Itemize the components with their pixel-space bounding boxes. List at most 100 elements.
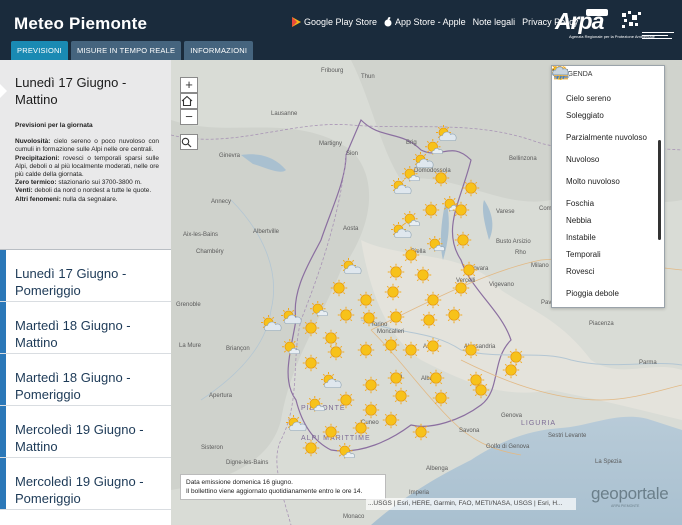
zoom-in-button[interactable]: + bbox=[180, 77, 198, 93]
tab-misure[interactable]: MISURE IN TEMPO REALE bbox=[70, 41, 182, 60]
forecast-heading: Previsioni per la giornata bbox=[15, 122, 93, 129]
place-label: Bellinzona bbox=[509, 156, 537, 162]
day-item[interactable]: Lunedì 17 Giugno - Pomeriggio bbox=[0, 250, 171, 302]
arpa-logo[interactable]: Arpa Agenzia Regionale per la Protezione… bbox=[555, 8, 655, 42]
precip-label: Precipitazioni: bbox=[15, 154, 60, 162]
legend-label: Rovesci bbox=[566, 267, 595, 276]
place-label: Monaco bbox=[343, 514, 365, 520]
legend-label: Nuvoloso bbox=[566, 155, 600, 164]
main-tabs: PREVISIONI MISURE IN TEMPO REALE INFORMA… bbox=[11, 41, 254, 60]
place-label: Vigevano bbox=[489, 282, 515, 288]
legend-scrollbar[interactable] bbox=[658, 140, 661, 240]
day-title: Martedì 18 Giugno - Mattino bbox=[15, 318, 131, 350]
app-store-link[interactable]: App Store - Apple bbox=[384, 17, 466, 27]
regione-piemonte-logo-icon bbox=[622, 11, 674, 39]
place-label: Annecy bbox=[211, 199, 231, 205]
place-label: Aix-les-Bains bbox=[183, 232, 218, 238]
forecast-map[interactable]: SVIZZERAFribourgThunLausanneSionMartigny… bbox=[171, 60, 682, 525]
legal-notes-link[interactable]: Note legali bbox=[473, 17, 516, 27]
day-stripe bbox=[0, 406, 6, 457]
place-label: Sisteron bbox=[201, 445, 223, 451]
geoportale-logo[interactable]: geoportale bbox=[591, 484, 669, 504]
legend-item: Molto nuvoloso bbox=[552, 67, 664, 195]
geoportale-subtitle: ARPA PIEMONTE bbox=[611, 504, 640, 508]
legend-label: Nebbia bbox=[566, 216, 592, 225]
map-attribution[interactable]: ...USGS | Esri, HERE, Garmin, FAO, METI/… bbox=[366, 498, 576, 510]
legend-item: Pioggia bbox=[552, 66, 569, 80]
day-item[interactable]: Martedì 18 Giugno - Pomeriggio bbox=[0, 354, 171, 406]
place-label: Albenga bbox=[426, 466, 449, 472]
place-label: Milano bbox=[531, 263, 549, 269]
app-header: Meteo Piemonte Google Play Store App Sto… bbox=[0, 0, 682, 60]
legend-panel[interactable]: LEGENDA Cielo sereno Soleggiato Parzialmen… bbox=[551, 65, 665, 308]
forecast-text: Previsioni per la giornata Nuvolosità: c… bbox=[0, 108, 171, 204]
geoportale-text: geoportale bbox=[591, 484, 669, 503]
place-label: Piacenza bbox=[589, 321, 614, 327]
active-arrow-icon bbox=[0, 84, 7, 98]
apple-icon bbox=[384, 17, 392, 27]
day-stripe bbox=[0, 354, 6, 405]
legend-list: Cielo sereno Soleggiato Parzialmente nuvol… bbox=[552, 66, 664, 307]
place-label: Sestri Levante bbox=[548, 433, 587, 439]
issue-date: Data emissione domenica 16 giugno. bbox=[186, 479, 293, 486]
legend-label: Instabile bbox=[566, 233, 596, 242]
search-icon bbox=[181, 137, 192, 148]
place-label: Parma bbox=[639, 360, 657, 366]
day-item[interactable]: Martedì 18 Giugno - Mattino bbox=[0, 302, 171, 354]
zoom-out-button[interactable]: − bbox=[180, 109, 198, 125]
tab-informazioni[interactable]: INFORMAZIONI bbox=[184, 41, 254, 60]
place-label: Genova bbox=[501, 413, 523, 419]
place-label: Sion bbox=[346, 151, 358, 157]
update-info: Il bollettino viene aggiornato quotidian… bbox=[186, 488, 363, 495]
other-text: nulla da segnalare. bbox=[60, 195, 118, 203]
tab-previsioni[interactable]: PREVISIONI bbox=[11, 41, 68, 60]
day-stripe bbox=[0, 302, 6, 353]
place-label: Moncalieri bbox=[377, 329, 404, 335]
search-button[interactable] bbox=[180, 134, 198, 150]
place-label: LIGURIA bbox=[521, 420, 556, 427]
legend-item: Rovesci bbox=[552, 66, 664, 280]
freezing-text: stazionario sui 3700-3800 m. bbox=[56, 179, 142, 187]
legend-item: Nuvoloso bbox=[552, 67, 664, 168]
place-label: La Mure bbox=[179, 343, 202, 349]
legend-item: Pioggia debole bbox=[552, 66, 664, 307]
day-title: Mercoledì 19 Giugno - Pomeriggio bbox=[15, 474, 144, 506]
place-label: Martigny bbox=[319, 141, 342, 147]
place-label: Aosta bbox=[343, 226, 359, 232]
cloud-label: Nuvolosità: bbox=[15, 138, 51, 146]
legend-item: Cielo sereno bbox=[553, 66, 664, 107]
day-title: Lunedì 17 Giugno - Pomeriggio bbox=[15, 266, 127, 298]
day-title: Lunedì 17 Giugno - Mattino bbox=[15, 75, 127, 107]
google-play-link[interactable]: Google Play Store bbox=[292, 17, 377, 27]
legend-label: Molto nuvoloso bbox=[566, 177, 620, 186]
place-label: Apertura bbox=[209, 393, 233, 399]
day-item[interactable]: Mercoledì 19 Giugno - Mattino bbox=[0, 406, 171, 458]
legend-label: Cielo sereno bbox=[566, 94, 611, 103]
forecast-sidebar: Lunedì 17 Giugno - Mattino Previsioni pe… bbox=[0, 60, 171, 525]
app-title: Meteo Piemonte bbox=[14, 14, 148, 33]
legend-item: Parzialmente nuvoloso bbox=[552, 66, 664, 151]
freezing-label: Zero termico: bbox=[15, 179, 57, 187]
place-label: La Spezia bbox=[595, 459, 622, 465]
home-button[interactable] bbox=[180, 93, 198, 109]
place-label: Briançon bbox=[226, 346, 250, 352]
place-label: Grenoble bbox=[176, 302, 201, 308]
legend-item: Nebbia bbox=[554, 69, 664, 229]
place-label: Golfo di Genova bbox=[486, 444, 530, 450]
day-title: Mercoledì 19 Giugno - Mattino bbox=[15, 422, 144, 454]
place-label: Digne-les-Bains bbox=[226, 460, 268, 466]
legend-item: Foschia bbox=[554, 66, 664, 212]
place-label: Savona bbox=[459, 428, 480, 434]
place-label: Brig bbox=[406, 140, 417, 146]
place-label: Busto Arsizio bbox=[496, 239, 531, 245]
place-label: Imperia bbox=[409, 490, 430, 496]
day-item[interactable]: Mercoledì 19 Giugno - Pomeriggio bbox=[0, 458, 171, 510]
wind-label: Venti: bbox=[15, 187, 33, 195]
legend-label: Soleggiato bbox=[566, 111, 604, 120]
place-label: Fribourg bbox=[321, 68, 343, 74]
google-play-label: Google Play Store bbox=[304, 17, 378, 27]
day-stripe bbox=[0, 458, 6, 509]
legend-label: Foschia bbox=[566, 199, 595, 208]
day-item-active[interactable]: Lunedì 17 Giugno - Mattino Previsioni pe… bbox=[0, 60, 171, 250]
google-play-icon bbox=[292, 17, 301, 27]
